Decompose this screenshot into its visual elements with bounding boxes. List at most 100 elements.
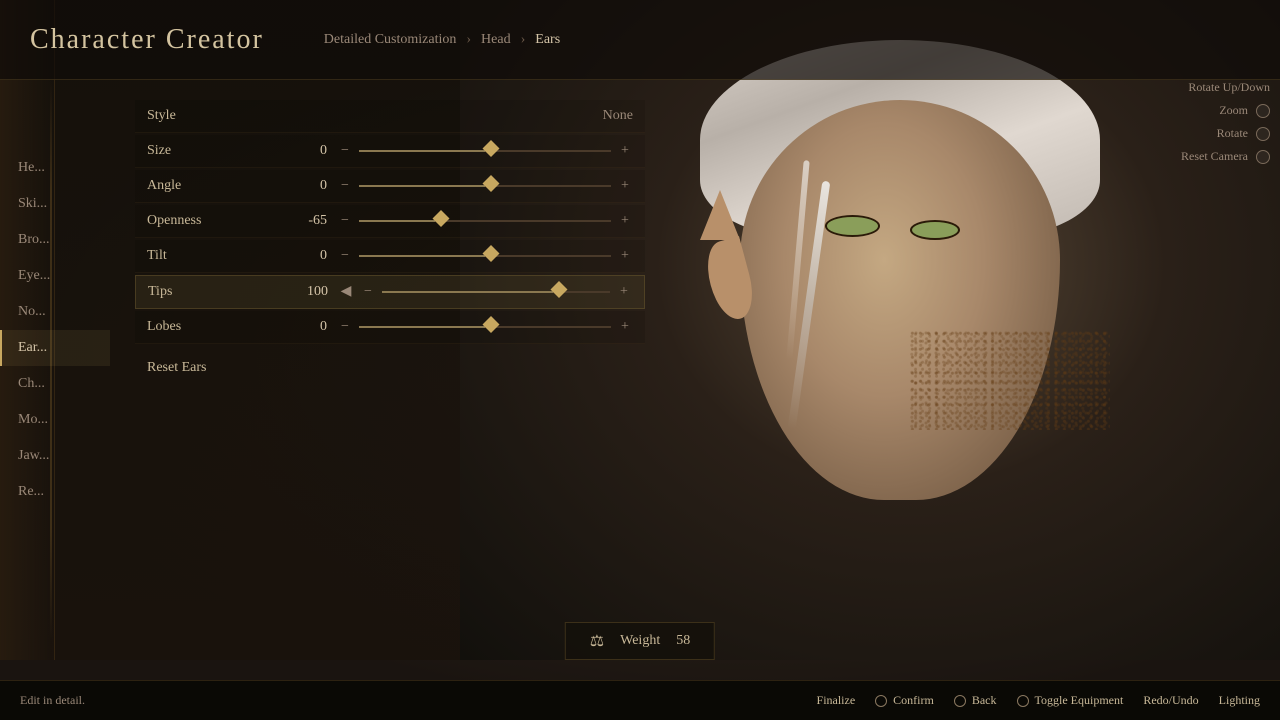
value-lobes: 0 bbox=[267, 319, 327, 335]
camera-controls: Rotate Up/Down Zoom Rotate Reset Camera bbox=[1181, 80, 1270, 164]
breadcrumb-item-1[interactable]: Head bbox=[481, 32, 511, 48]
header: Character Creator Detailed Customization… bbox=[0, 0, 1280, 80]
decrease-tips-button2[interactable]: − bbox=[360, 284, 376, 300]
sidebar-item-cheek[interactable]: Ch... bbox=[0, 366, 110, 402]
fill-openness bbox=[359, 220, 435, 222]
reset-camera-label: Reset Camera bbox=[1181, 149, 1248, 164]
toggle-label: Toggle Equipment bbox=[1035, 693, 1124, 708]
decrease-lobes-button[interactable]: − bbox=[337, 319, 353, 335]
decrease-openness-button[interactable]: − bbox=[337, 213, 353, 229]
increase-angle-button[interactable]: + bbox=[617, 178, 633, 194]
fill-size bbox=[359, 150, 485, 152]
fill-tilt bbox=[359, 255, 485, 257]
reset-ears-button[interactable]: Reset Ears bbox=[147, 360, 206, 376]
sidebar-item-ears[interactable]: Ear... bbox=[0, 330, 110, 366]
camera-reset-item[interactable]: Reset Camera bbox=[1181, 149, 1270, 164]
control-row-tips: Tips 100 ◀ − + bbox=[135, 275, 645, 309]
finalize-button[interactable]: Finalize bbox=[817, 693, 856, 708]
bottom-bar: Edit in detail. Finalize Confirm Back To… bbox=[0, 680, 1280, 720]
thumb-tilt[interactable] bbox=[483, 245, 500, 262]
decrease-angle-button[interactable]: − bbox=[337, 178, 353, 194]
sidebar-item-eye[interactable]: Eye... bbox=[0, 258, 110, 294]
bottom-actions: Finalize Confirm Back Toggle Equipment R… bbox=[817, 693, 1260, 708]
slider-openness[interactable]: − + bbox=[337, 213, 633, 229]
increase-size-button[interactable]: + bbox=[617, 143, 633, 159]
weight-indicator: ⚖ Weight 58 bbox=[565, 622, 715, 660]
track-angle[interactable] bbox=[359, 185, 611, 187]
reset-row: Reset Ears bbox=[135, 348, 645, 386]
camera-rotate-item[interactable]: Rotate bbox=[1217, 126, 1270, 141]
bottom-hint: Edit in detail. bbox=[20, 693, 817, 708]
back-label: Back bbox=[972, 693, 997, 708]
camera-zoom-item[interactable]: Zoom bbox=[1219, 103, 1270, 118]
control-row-angle: Angle 0 − + bbox=[135, 170, 645, 203]
value-size: 0 bbox=[267, 143, 327, 159]
lighting-label: Lighting bbox=[1219, 693, 1260, 708]
sidebar-item-nose[interactable]: No... bbox=[0, 294, 110, 330]
slider-angle[interactable]: − + bbox=[337, 178, 633, 194]
face-oval bbox=[740, 100, 1060, 500]
decrease-size-button[interactable]: − bbox=[337, 143, 353, 159]
side-nav: He... Ski... Bro... Eye... No... Ear... … bbox=[0, 150, 110, 510]
slider-tips[interactable]: ◀ − + bbox=[338, 284, 632, 300]
track-size[interactable] bbox=[359, 150, 611, 152]
confirm-button[interactable]: Confirm bbox=[875, 693, 934, 708]
toggle-equipment-button[interactable]: Toggle Equipment bbox=[1017, 693, 1124, 708]
increase-lobes-button[interactable]: + bbox=[617, 319, 633, 335]
breadcrumb-sep-0: › bbox=[466, 32, 471, 48]
slider-size[interactable]: − + bbox=[337, 143, 633, 159]
thumb-tips[interactable] bbox=[551, 281, 568, 298]
sidebar-item-jaw[interactable]: Jaw... bbox=[0, 438, 110, 474]
decrease-tips-button[interactable]: ◀ bbox=[338, 284, 354, 300]
breadcrumb-item-0[interactable]: Detailed Customization bbox=[324, 32, 457, 48]
track-openness[interactable] bbox=[359, 220, 611, 222]
toggle-circle bbox=[1017, 695, 1029, 707]
character-face bbox=[640, 20, 1220, 660]
sidebar-item-brow[interactable]: Bro... bbox=[0, 222, 110, 258]
value-angle: 0 bbox=[267, 178, 327, 194]
eye-left bbox=[910, 220, 960, 240]
main-content: Style None Size 0 − + Angle 0 − + Open bbox=[115, 80, 665, 406]
label-tips: Tips bbox=[148, 284, 268, 300]
lighting-button[interactable]: Lighting bbox=[1219, 693, 1260, 708]
app-title: Character Creator bbox=[30, 24, 264, 56]
thumb-size[interactable] bbox=[483, 140, 500, 157]
zoom-circle[interactable] bbox=[1256, 104, 1270, 118]
label-size: Size bbox=[147, 143, 267, 159]
label-angle: Angle bbox=[147, 178, 267, 194]
rotate-updown-label: Rotate Up/Down bbox=[1188, 80, 1270, 95]
back-button[interactable]: Back bbox=[954, 693, 997, 708]
breadcrumb-sep-1: › bbox=[521, 32, 526, 48]
sidebar-item-reset[interactable]: Re... bbox=[0, 474, 110, 510]
thumb-lobes[interactable] bbox=[483, 316, 500, 333]
track-tilt[interactable] bbox=[359, 255, 611, 257]
increase-openness-button[interactable]: + bbox=[617, 213, 633, 229]
thumb-angle[interactable] bbox=[483, 175, 500, 192]
breadcrumb: Detailed Customization › Head › Ears bbox=[324, 32, 560, 48]
control-row-openness: Openness -65 − + bbox=[135, 205, 645, 238]
value-tilt: 0 bbox=[267, 248, 327, 264]
fill-tips bbox=[382, 291, 553, 293]
freckles bbox=[910, 330, 1110, 430]
slider-tilt[interactable]: − + bbox=[337, 248, 633, 264]
rotate-circle[interactable] bbox=[1256, 127, 1270, 141]
decrease-tilt-button[interactable]: − bbox=[337, 248, 353, 264]
control-row-size: Size 0 − + bbox=[135, 135, 645, 168]
sidebar-item-skin[interactable]: Ski... bbox=[0, 186, 110, 222]
control-row-tilt: Tilt 0 − + bbox=[135, 240, 645, 273]
label-tilt: Tilt bbox=[147, 248, 267, 264]
redo-undo-button[interactable]: Redo/Undo bbox=[1143, 693, 1198, 708]
confirm-circle bbox=[875, 695, 887, 707]
sidebar-item-mouth[interactable]: Mo... bbox=[0, 402, 110, 438]
thumb-openness[interactable] bbox=[432, 210, 449, 227]
track-lobes[interactable] bbox=[359, 326, 611, 328]
label-style: Style bbox=[147, 108, 267, 124]
reset-camera-circle[interactable] bbox=[1256, 150, 1270, 164]
breadcrumb-item-2[interactable]: Ears bbox=[535, 32, 560, 48]
control-row-lobes: Lobes 0 − + bbox=[135, 311, 645, 344]
slider-lobes[interactable]: − + bbox=[337, 319, 633, 335]
track-tips[interactable] bbox=[382, 291, 610, 293]
increase-tilt-button[interactable]: + bbox=[617, 248, 633, 264]
sidebar-item-head[interactable]: He... bbox=[0, 150, 110, 186]
increase-tips-button[interactable]: + bbox=[616, 284, 632, 300]
